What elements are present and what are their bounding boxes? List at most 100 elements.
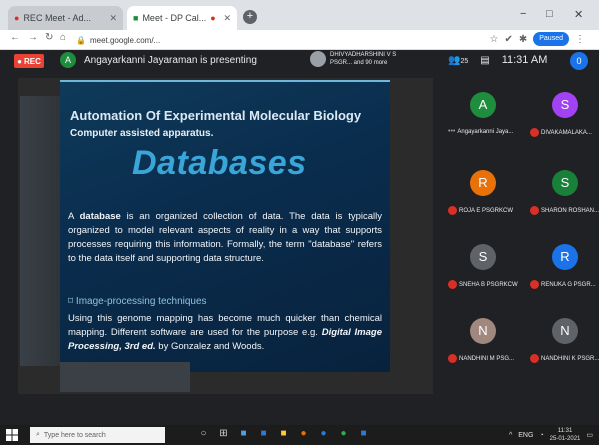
participant-avatar: S (470, 244, 496, 270)
participant-name: SNEHA B PSGRKCW (459, 281, 518, 288)
self-avatar[interactable]: 0 (570, 52, 588, 70)
extension-icon[interactable]: ✔ (504, 34, 512, 45)
participant-name: NANDHINI M PSG... (459, 355, 515, 362)
forward-icon[interactable]: → (28, 32, 38, 43)
chevron-up-icon[interactable]: ^ (509, 432, 512, 439)
tab-recording[interactable]: ● REC Meet - Ad... ✕ (8, 6, 123, 30)
minimize-button[interactable]: − (520, 8, 526, 20)
url-field[interactable]: 🔒 meet.google.com/... (76, 33, 456, 47)
recording-badge: ● REC (14, 54, 44, 68)
participant-name-row: RENUKA G PSGR... (530, 280, 599, 289)
meet-top-bar: ● REC A Angayarkanni Jayaraman is presen… (0, 50, 599, 72)
new-tab-button[interactable]: + (243, 10, 257, 24)
close-window-button[interactable]: ✕ (574, 8, 583, 21)
participant-name-row: ••• Angayarkanni Jaya... (448, 128, 526, 135)
puzzle-icon[interactable]: ✱ (519, 34, 527, 45)
participant-tile[interactable]: S DIVAKAMALAKA... (530, 92, 599, 152)
extension-icons: ☆ ✔ ✱ Paused ⋮ (490, 32, 585, 46)
meeting-clock: 11:31 AM (501, 54, 548, 66)
slide-section-heading: ⌑ Image-processing techniques (68, 296, 207, 307)
profile-button[interactable]: Paused (533, 32, 569, 46)
slide-subheading: Computer assisted apparatus. (70, 128, 214, 139)
bookmark-star-icon[interactable]: ☆ (490, 34, 499, 45)
record-dot-icon: ● (14, 13, 20, 23)
chrome-icon[interactable]: ● (338, 428, 349, 439)
audio-level-icon: ••• (448, 128, 456, 135)
record-dot-icon: ● (210, 13, 216, 23)
people-count: 25 (460, 57, 469, 65)
participant-tile[interactable]: N NANDHINI M PSG... (448, 318, 518, 378)
back-icon[interactable]: ← (10, 32, 20, 43)
close-tab-icon[interactable]: ✕ (109, 13, 117, 24)
task-view-icon[interactable]: ○ (198, 428, 209, 439)
participant-tile[interactable]: R RENUKA G PSGR... (530, 244, 599, 304)
mic-off-icon (448, 280, 457, 289)
participant-name-row: NANDHINI K PSGR... (530, 354, 599, 363)
mail-icon[interactable]: ■ (258, 428, 269, 439)
windows-start-icon[interactable] (6, 429, 18, 441)
participant-avatar: R (470, 170, 496, 196)
lock-icon: 🔒 (76, 35, 86, 45)
taskbar-clock[interactable]: 11:31 25-01-2021 (550, 427, 581, 443)
firefox-icon[interactable]: ● (298, 428, 309, 439)
para1-bold: database (79, 211, 121, 222)
participant-avatar: N (470, 318, 496, 344)
language-indicator[interactable]: ENG (518, 432, 533, 439)
word-icon[interactable]: ■ (358, 428, 369, 439)
mic-off-icon (448, 206, 457, 215)
participant-tile[interactable]: A ••• Angayarkanni Jaya... (448, 92, 518, 152)
slide-bottom-strip (60, 362, 190, 392)
rec-label: REC (23, 56, 41, 66)
clock-time: 11:31 (557, 428, 573, 434)
clock-date: 25-01-2021 (549, 436, 581, 442)
people-icon[interactable]: 👥25 (448, 55, 468, 66)
menu-icon[interactable]: ⋮ (575, 34, 585, 45)
tab-label: REC Meet - Ad... (23, 13, 91, 23)
participant-name: DIVAKAMALAKA... (541, 129, 592, 136)
chat-icon[interactable]: ▤ (480, 55, 489, 66)
slide-title: Databases (132, 144, 307, 182)
slide-left-strip (20, 96, 60, 366)
mic-off-icon (530, 354, 539, 363)
taskbar-apps: ○ ⊞ ■ ■ ■ ● ● ● ■ (198, 428, 369, 439)
participant-avatar: S (552, 170, 578, 196)
url-text: meet.google.com/... (89, 35, 161, 45)
tab-label: Meet - DP Cal... (142, 13, 207, 23)
participant-name-row: NANDHINI M PSG... (448, 354, 526, 363)
tab-meet[interactable]: ■ Meet - DP Cal... ● ✕ (127, 6, 237, 30)
participant-name-row: ROJA E PSGRKCW (448, 206, 526, 215)
slide-heading: Automation Of Experimental Molecular Bio… (70, 108, 362, 123)
slide-paragraph-2: Using this genome mapping has become muc… (68, 312, 382, 354)
participant-tile[interactable]: R ROJA E PSGRKCW (448, 170, 518, 230)
meet-icon: ■ (133, 13, 139, 23)
record-dot-icon: ● (17, 56, 22, 66)
para2-end: by Gonzalez and Woods. (155, 341, 265, 352)
taskbar-search-input[interactable]: ⌕ Type here to search (30, 427, 165, 443)
widgets-icon[interactable]: ⊞ (218, 428, 229, 439)
participant-name-row: SHARON ROSHAN... (530, 206, 599, 215)
reload-icon[interactable]: ↻ (45, 32, 53, 43)
participant-tile[interactable]: N NANDHINI K PSGR... (530, 318, 599, 378)
store-icon[interactable]: ■ (278, 428, 289, 439)
section-label: Image-processing techniques (75, 296, 207, 307)
system-tray: ^ ENG ◔ 11:31 25-01-2021 ▭ (509, 427, 593, 443)
folder-icon[interactable]: ■ (238, 428, 249, 439)
mic-off-icon (448, 354, 457, 363)
participant-name: ROJA E PSGRKCW (459, 207, 514, 214)
meet-bottom-toolbar (0, 398, 599, 416)
participant-tile[interactable]: S SNEHA B PSGRKCW (448, 244, 518, 304)
participant-name-row: SNEHA B PSGRKCW (448, 280, 526, 289)
home-icon[interactable]: ⌂ (60, 32, 66, 43)
participant-avatar: A (470, 92, 496, 118)
network-icon[interactable]: ◔ (539, 432, 543, 439)
presenter-avatar: A (60, 52, 76, 68)
bullet-icon: ⌑ (68, 296, 76, 307)
other-participants[interactable]: DHIVYADHARSHINI V S PSGR... and 90 more (310, 51, 410, 67)
close-tab-icon[interactable]: ✕ (223, 13, 231, 24)
maximize-button[interactable]: □ (546, 8, 553, 20)
participant-name-row: DIVAKAMALAKA... (530, 128, 599, 137)
participant-tile[interactable]: S SHARON ROSHAN... (530, 170, 599, 230)
edge-icon[interactable]: ● (318, 428, 329, 439)
address-bar-row: ← → ↻ ⌂ 🔒 meet.google.com/... ☆ ✔ ✱ Paus… (0, 30, 599, 50)
notifications-icon[interactable]: ▭ (586, 431, 593, 439)
